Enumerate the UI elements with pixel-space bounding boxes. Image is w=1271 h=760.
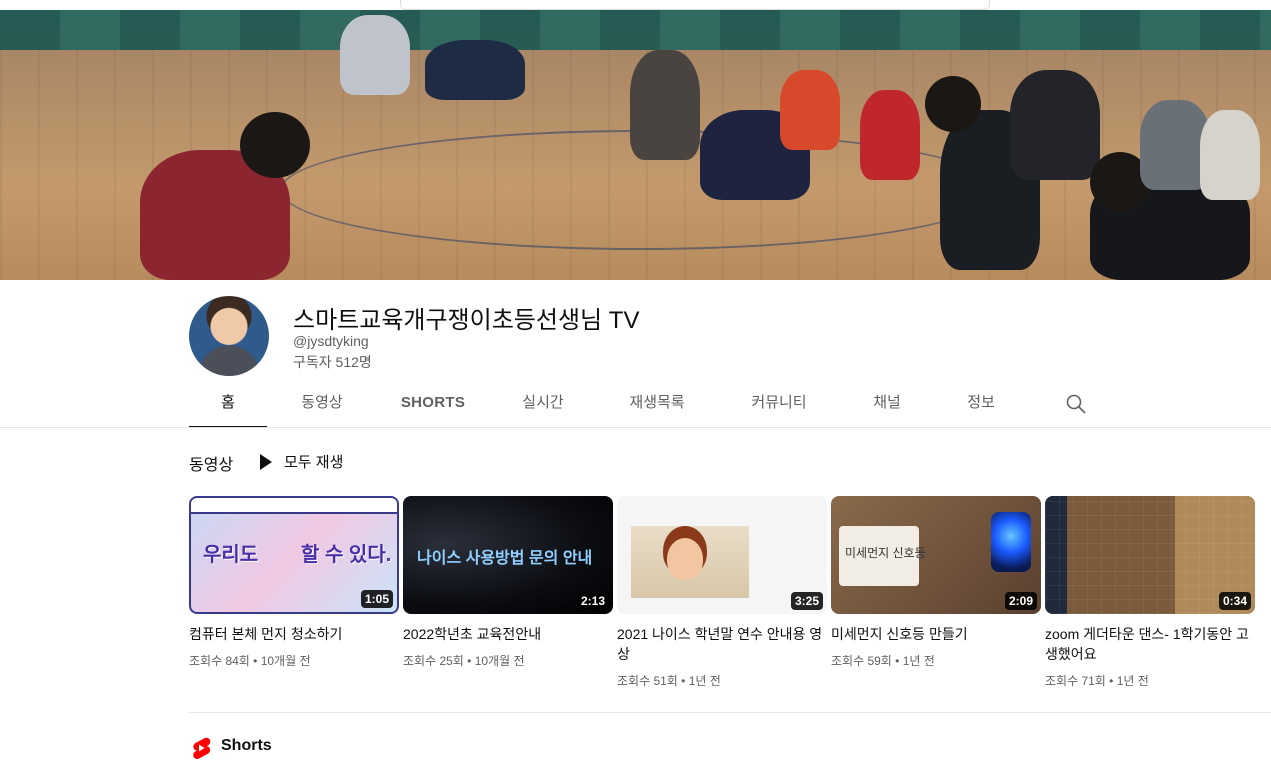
section-divider bbox=[189, 712, 1271, 713]
child-head bbox=[925, 76, 981, 132]
thumbnail-title-bar bbox=[191, 498, 397, 514]
child-figure bbox=[630, 50, 700, 160]
video-thumbnail[interactable]: 우리도 할 수 있다. 1:05 bbox=[189, 496, 399, 614]
thumbnail-text: 할 수 있다. bbox=[301, 544, 392, 566]
video-meta: 조회수 59회 • 1년 전 bbox=[831, 654, 935, 668]
video-thumbnail[interactable]: 미세먼지 신호등 2:09 bbox=[831, 496, 1041, 614]
channel-avatar[interactable] bbox=[189, 296, 269, 376]
play-all-button[interactable]: 모두 재생 bbox=[256, 451, 343, 472]
play-icon bbox=[260, 453, 272, 470]
video-title[interactable]: 2022학년초 교육전안내 bbox=[403, 624, 613, 644]
thumbnail-light bbox=[991, 512, 1031, 572]
video-thumbnail[interactable]: 0:34 bbox=[1045, 496, 1255, 614]
tab-community[interactable]: 커뮤니티 bbox=[717, 380, 841, 428]
video-card[interactable]: 3:25 2021 나이스 학년말 연수 안내용 영상 조회수 51회 • 1년… bbox=[617, 496, 827, 689]
video-duration: 0:34 bbox=[1218, 592, 1251, 610]
tab-playlists[interactable]: 재생목록 bbox=[597, 380, 717, 428]
child-figure bbox=[340, 15, 410, 95]
child-head bbox=[240, 112, 310, 178]
video-duration: 3:25 bbox=[790, 592, 823, 610]
video-meta: 조회수 51회 • 1년 전 bbox=[617, 674, 721, 688]
thumbnail-text: 우리도 bbox=[203, 544, 259, 566]
video-card[interactable]: 나이스 사용방법 문의 안내 2:13 2022학년초 교육전안내 조회수 25… bbox=[403, 496, 613, 669]
child-figure bbox=[860, 90, 920, 180]
channel-handle: @jysdtyking bbox=[293, 333, 369, 349]
video-title[interactable]: 컴퓨터 본체 먼지 청소하기 bbox=[189, 624, 399, 644]
video-meta: 조회수 71회 • 1년 전 bbox=[1045, 674, 1149, 688]
tabs-divider bbox=[0, 427, 1271, 428]
tab-live[interactable]: 실시간 bbox=[489, 380, 597, 428]
thumbnail-character bbox=[667, 538, 703, 580]
video-duration: 2:13 bbox=[576, 592, 609, 610]
video-card[interactable]: 우리도 할 수 있다. 1:05 컴퓨터 본체 먼지 청소하기 조회수 84회 … bbox=[189, 496, 399, 669]
thumbnail-text: 나이스 사용방법 문의 안내 bbox=[417, 550, 593, 567]
video-duration: 1:05 bbox=[360, 590, 393, 608]
play-all-label: 모두 재생 bbox=[284, 454, 344, 471]
section-title-shorts[interactable]: Shorts bbox=[221, 737, 272, 755]
video-duration: 2:09 bbox=[1004, 592, 1037, 610]
child-figure bbox=[1200, 110, 1260, 200]
channel-banner bbox=[0, 10, 1271, 280]
video-title[interactable]: 미세먼지 신호등 만들기 bbox=[831, 624, 1041, 644]
channel-name: 스마트교육개구쟁이초등선생님 TV bbox=[293, 307, 640, 334]
tab-about[interactable]: 정보 bbox=[933, 380, 1029, 428]
child-figure bbox=[425, 40, 525, 100]
video-title[interactable]: zoom 게더타운 댄스- 1학기동안 고생했어요 bbox=[1045, 624, 1255, 664]
video-meta: 조회수 25회 • 10개월 전 bbox=[403, 654, 525, 668]
video-card[interactable]: 미세먼지 신호등 2:09 미세먼지 신호등 만들기 조회수 59회 • 1년 … bbox=[831, 496, 1041, 669]
video-thumbnail[interactable]: 3:25 bbox=[617, 496, 827, 614]
video-meta: 조회수 84회 • 10개월 전 bbox=[189, 654, 311, 668]
video-title[interactable]: 2021 나이스 학년말 연수 안내용 영상 bbox=[617, 624, 827, 664]
thumbnail-text: 미세먼지 신호등 bbox=[845, 546, 926, 560]
video-card[interactable]: 0:34 zoom 게더타운 댄스- 1학기동안 고생했어요 조회수 71회 •… bbox=[1045, 496, 1255, 689]
tab-videos[interactable]: 동영상 bbox=[267, 380, 377, 428]
search-bar-edge bbox=[400, 0, 990, 10]
search-icon[interactable] bbox=[1064, 392, 1088, 416]
child-figure bbox=[1010, 70, 1100, 180]
channel-tabs: 홈 동영상 SHORTS 실시간 재생목록 커뮤니티 채널 정보 bbox=[189, 380, 1029, 428]
subscriber-count: 구독자 512명 bbox=[293, 354, 372, 370]
shorts-icon bbox=[191, 737, 211, 759]
section-title-videos[interactable]: 동영상 bbox=[189, 451, 233, 475]
tab-channels[interactable]: 채널 bbox=[841, 380, 933, 428]
tab-home[interactable]: 홈 bbox=[189, 380, 267, 428]
video-thumbnail[interactable]: 나이스 사용방법 문의 안내 2:13 bbox=[403, 496, 613, 614]
tab-shorts[interactable]: SHORTS bbox=[377, 380, 489, 428]
child-figure bbox=[780, 70, 840, 150]
